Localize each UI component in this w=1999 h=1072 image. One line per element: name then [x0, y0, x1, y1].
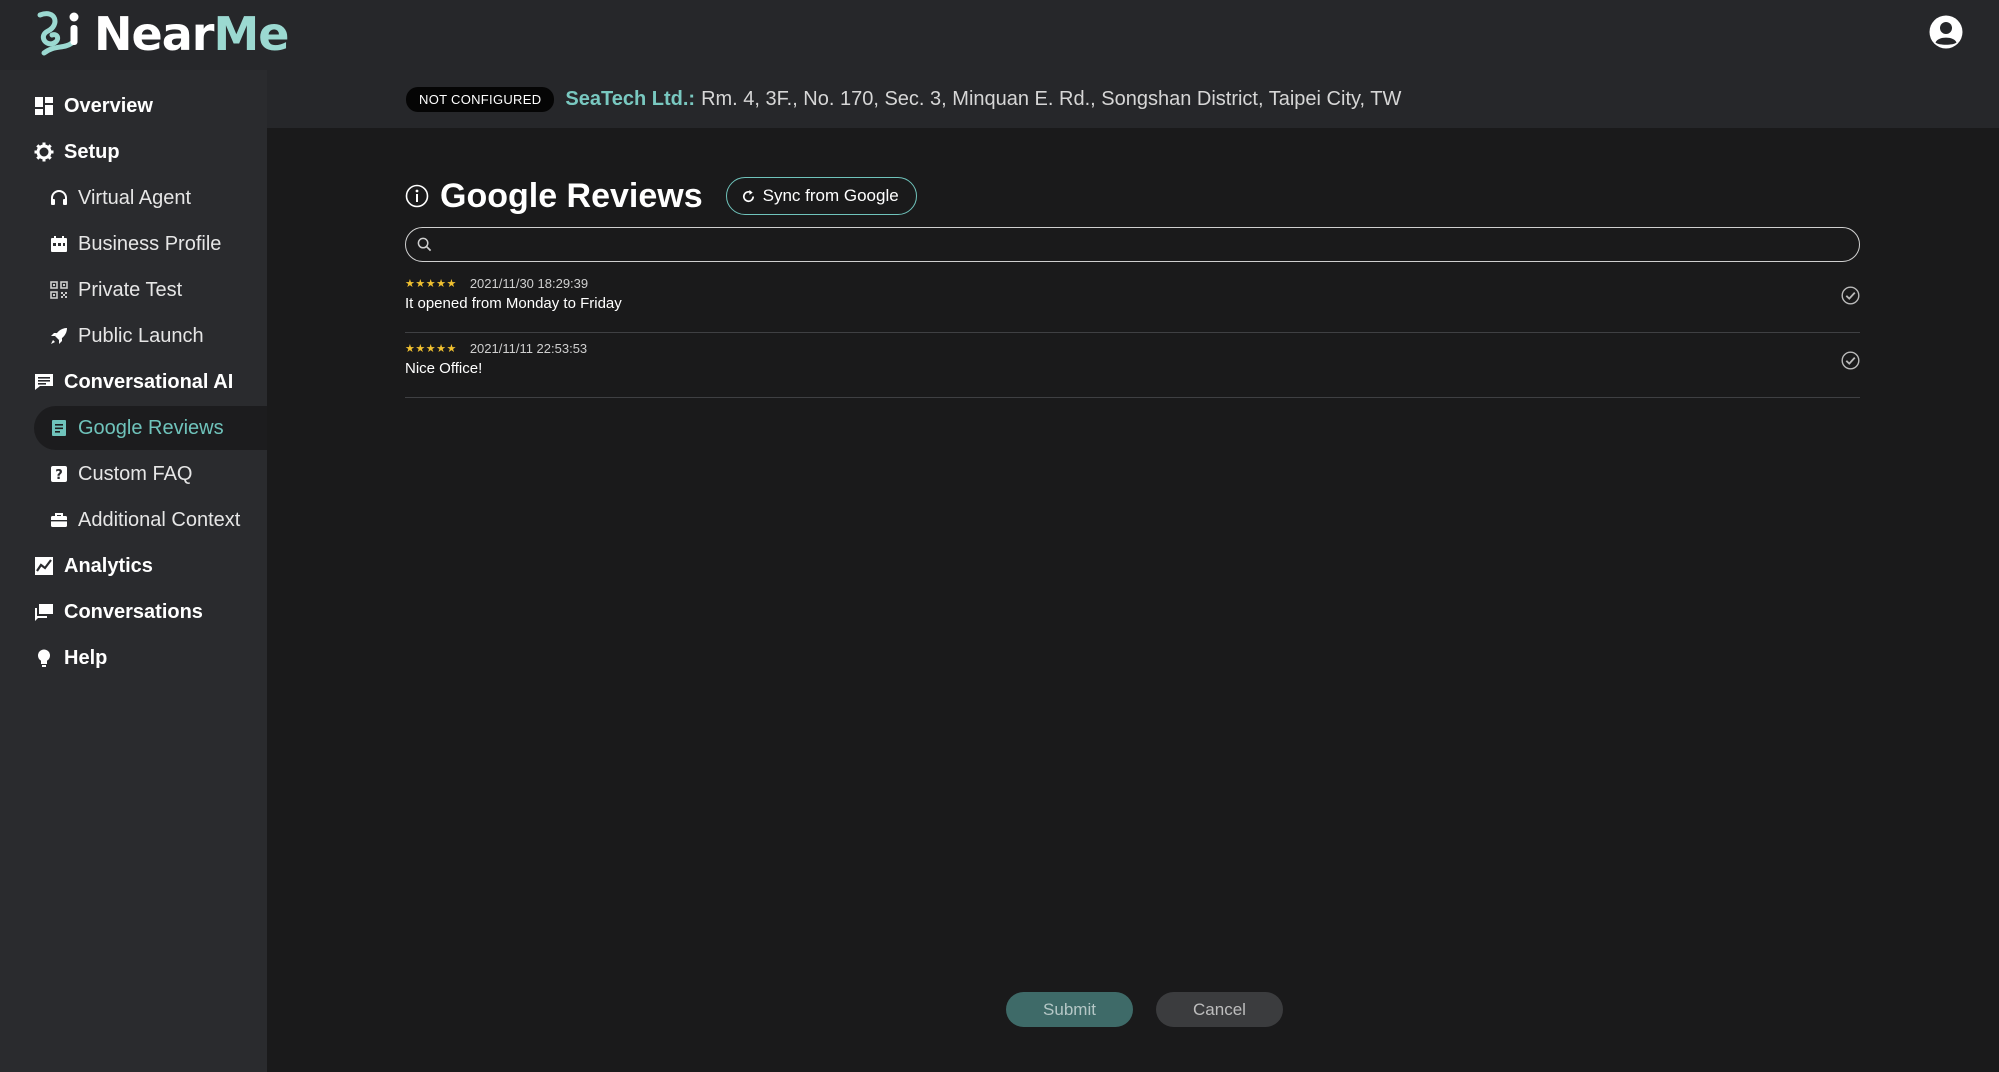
sidebar-item-conversational-ai[interactable]: Conversational AI	[0, 360, 267, 404]
sidebar-item-label: Analytics	[64, 554, 153, 577]
review-text: It opened from Monday to Friday	[405, 295, 622, 312]
sidebar-item-label: Custom FAQ	[78, 462, 193, 485]
message-icon	[35, 374, 53, 390]
logo-text-me: Me	[213, 7, 289, 61]
sidebar-item-label: Google Reviews	[78, 416, 224, 439]
business-header: NOT CONFIGURED SeaTech Ltd.: Rm. 4, 3F.,…	[267, 70, 1999, 128]
svg-text:?: ?	[55, 468, 63, 483]
sidebar-item-virtual-agent[interactable]: Virtual Agent	[0, 176, 267, 220]
sidebar-item-setup[interactable]: Setup	[0, 130, 267, 174]
search-box[interactable]	[405, 227, 1860, 262]
review-row[interactable]: ★★★★★ 2021/11/30 18:29:39 It opened from…	[405, 268, 1860, 333]
business-name[interactable]: SeaTech Ltd.:	[565, 88, 695, 111]
status-badge: NOT CONFIGURED	[406, 86, 555, 112]
review-date: 2021/11/30 18:29:39	[469, 276, 589, 291]
sidebar-item-conversations[interactable]: Conversations	[0, 590, 267, 634]
chat-icon	[35, 604, 53, 621]
cancel-button[interactable]: Cancel	[1156, 992, 1283, 1027]
question-icon: ?	[51, 466, 67, 483]
sidebar-item-business-profile[interactable]: Business Profile	[0, 222, 267, 266]
sidebar-item-label: Public Launch	[78, 324, 204, 347]
sidebar-item-google-reviews[interactable]: Google Reviews	[34, 406, 267, 450]
chart-icon	[35, 557, 53, 575]
sidebar-item-public-launch[interactable]: Public Launch	[0, 314, 267, 358]
page-title-row: Google Reviews Sync from Google	[405, 172, 917, 220]
submit-button[interactable]: Submit	[1006, 992, 1133, 1027]
sidebar-item-label: Private Test	[78, 278, 183, 301]
search-icon	[417, 237, 432, 252]
page-title: Google Reviews	[440, 176, 703, 215]
sidebar-item-label: Conversations	[64, 600, 203, 623]
dashboard-icon	[35, 97, 53, 115]
review-text: Nice Office!	[405, 360, 483, 377]
sidebar-item-label: Help	[64, 646, 108, 669]
sidebar-item-label: Business Profile	[78, 232, 222, 255]
star-rating: ★★★★★	[405, 343, 457, 355]
headset-icon	[51, 190, 67, 205]
top-bar: NearMe	[0, 0, 1999, 70]
business-address: Rm. 4, 3F., No. 170, Sec. 3, Minquan E. …	[701, 87, 1402, 110]
logo-mark-icon	[37, 11, 79, 56]
sidebar-item-analytics[interactable]: Analytics	[0, 544, 267, 588]
sidebar-item-custom-faq[interactable]: ? Custom FAQ	[0, 452, 267, 496]
qr-code-icon	[50, 281, 68, 299]
sync-from-google-button[interactable]: Sync from Google	[725, 177, 917, 215]
lightbulb-icon	[38, 649, 50, 667]
sidebar-item-private-test[interactable]: Private Test	[0, 268, 267, 312]
review-meta: ★★★★★ 2021/11/11 22:53:53	[405, 341, 587, 356]
check-circle-icon[interactable]	[1841, 351, 1860, 370]
briefcase-icon	[51, 513, 67, 527]
sidebar-item-label: Virtual Agent	[78, 186, 192, 209]
sync-icon	[742, 189, 754, 202]
sidebar-item-help[interactable]: Help	[0, 636, 267, 680]
sidebar-item-additional-context[interactable]: Additional Context	[0, 498, 267, 542]
review-date: 2021/11/11 22:53:53	[469, 341, 588, 356]
review-meta: ★★★★★ 2021/11/30 18:29:39	[405, 276, 588, 291]
rocket-icon	[51, 328, 67, 344]
sidebar-item-label: Additional Context	[78, 508, 241, 531]
info-icon[interactable]	[405, 184, 429, 208]
sidebar-item-label: Overview	[64, 94, 153, 117]
sidebar-item-overview[interactable]: Overview	[0, 84, 267, 128]
review-row[interactable]: ★★★★★ 2021/11/11 22:53:53 Nice Office!	[405, 333, 1860, 398]
gear-icon	[34, 142, 54, 162]
star-rating: ★★★★★	[405, 278, 457, 290]
reviews-icon	[52, 420, 66, 436]
search-input[interactable]	[440, 235, 1859, 254]
sidebar-item-label: Conversational AI	[64, 370, 234, 393]
app-logo[interactable]: NearMe	[30, 4, 289, 64]
sync-button-label: Sync from Google	[762, 186, 899, 205]
check-circle-icon[interactable]	[1841, 286, 1860, 305]
sidebar-item-label: Setup	[64, 140, 120, 163]
sidebar: Overview Setup Virtual Agent Business Pr…	[0, 70, 267, 1072]
user-circle-icon[interactable]	[1928, 14, 1964, 50]
calendar-icon	[51, 236, 67, 252]
logo-text-near: Near	[94, 7, 214, 61]
